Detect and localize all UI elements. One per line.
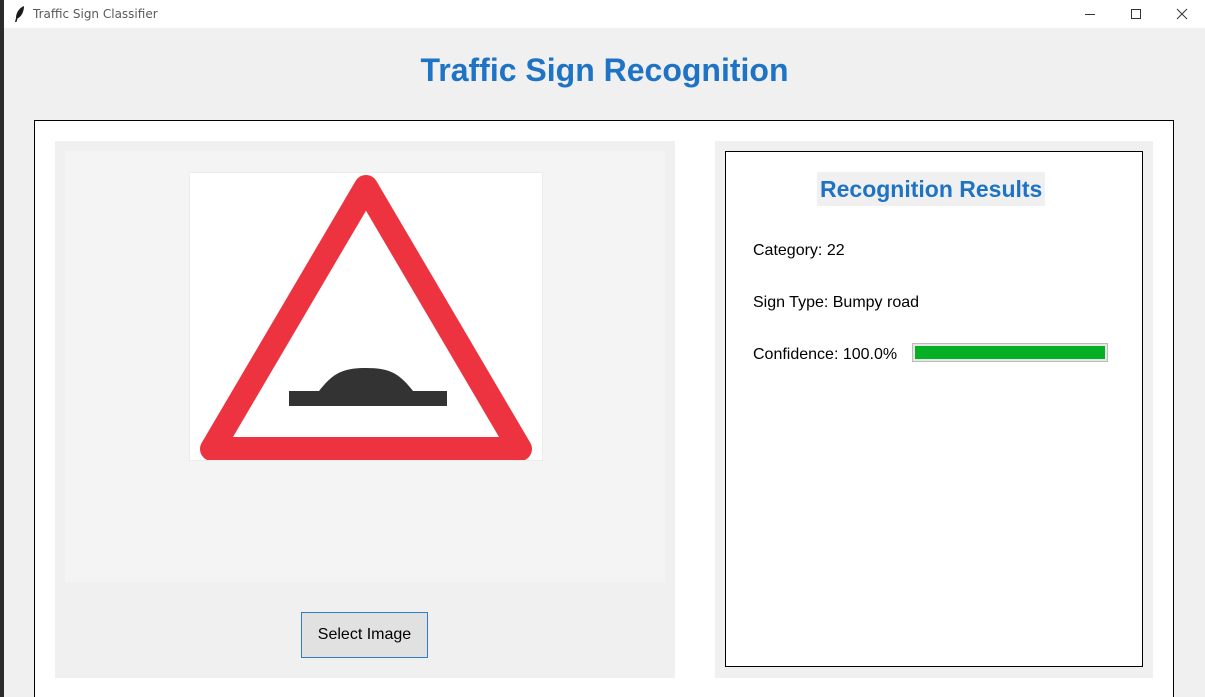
window-title: Traffic Sign Classifier — [33, 7, 158, 21]
app-window: Traffic Sign Classifier Traffic Sign Rec… — [4, 0, 1205, 697]
feather-icon — [15, 6, 24, 22]
maximize-icon — [1131, 9, 1141, 19]
confidence-progress-fill — [915, 346, 1105, 359]
main-frame: Select Image Recognition Results Categor… — [34, 120, 1174, 697]
close-icon — [1176, 8, 1188, 20]
sign-type-label: Sign Type: Bumpy road — [753, 294, 920, 311]
minimize-icon — [1085, 14, 1095, 15]
minimize-button[interactable] — [1067, 0, 1113, 28]
confidence-label: Confidence: 100.0% — [753, 346, 898, 363]
maximize-button[interactable] — [1113, 0, 1159, 28]
select-image-button[interactable]: Select Image — [301, 612, 428, 658]
title-bar: Traffic Sign Classifier — [4, 0, 1205, 28]
image-display-area — [65, 151, 665, 582]
category-label: Category: 22 — [753, 242, 845, 259]
results-box: Recognition Results Category: 22 Sign Ty… — [725, 151, 1143, 667]
results-title: Recognition Results — [817, 172, 1046, 206]
page-title: Traffic Sign Recognition — [420, 52, 789, 88]
sign-image — [189, 172, 543, 461]
close-button[interactable] — [1159, 0, 1205, 28]
image-panel: Select Image — [55, 141, 675, 678]
confidence-progress-bar — [912, 343, 1108, 362]
results-panel: Recognition Results Category: 22 Sign Ty… — [715, 141, 1153, 678]
bumpy-road-sign-icon — [200, 175, 532, 461]
